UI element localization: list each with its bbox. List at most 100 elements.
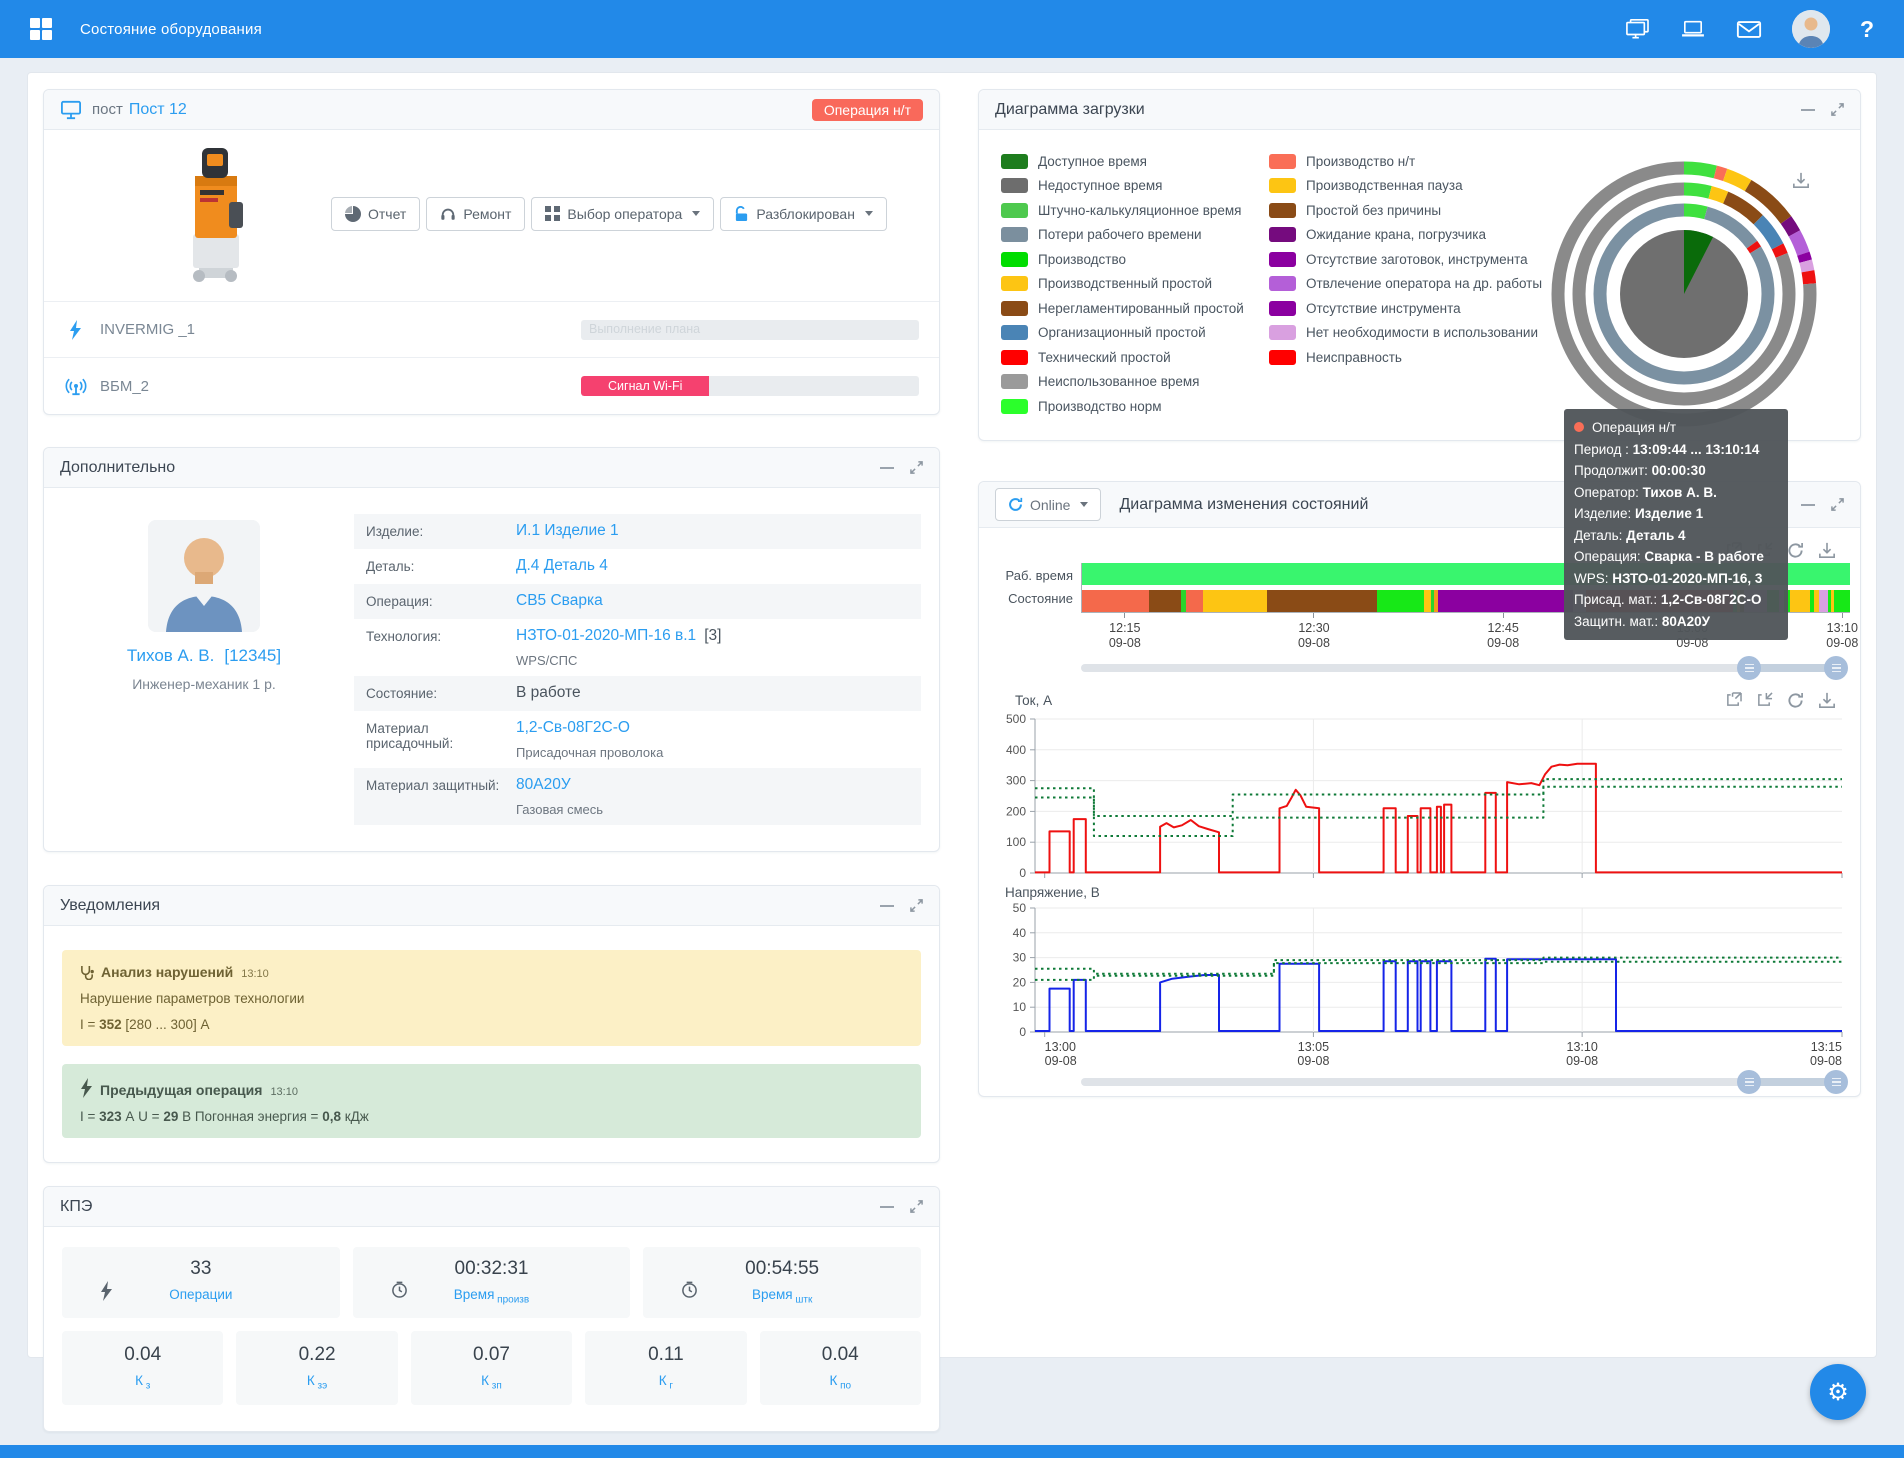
legend-item[interactable]: Нет необходимости в использовании	[1269, 324, 1569, 342]
detail-value[interactable]: И.1 Изделие 1	[516, 522, 619, 539]
legend-label: Производственный простой	[1038, 276, 1212, 291]
legend-item[interactable]: Потери рабочего времени	[1001, 226, 1259, 244]
post-button[interactable]: Отчет	[331, 197, 420, 231]
device-row: INVERMIG _1 Выполнение плана	[44, 302, 939, 358]
kpi-value: 00:54:55	[649, 1258, 915, 1280]
legend-item[interactable]: Простой без причины	[1269, 201, 1569, 219]
slider-handle[interactable]	[1824, 1070, 1848, 1094]
user-avatar[interactable]	[1792, 10, 1830, 48]
legend-item[interactable]: Организационный простой	[1001, 324, 1259, 342]
mail-icon[interactable]	[1736, 16, 1762, 42]
download-icon[interactable]	[1792, 172, 1810, 189]
help-icon[interactable]: ?	[1860, 16, 1874, 43]
current-chart[interactable]: 0100200300400500	[989, 711, 1850, 883]
kpi-value: 0.04	[68, 1344, 217, 1366]
detail-label: Технология:	[366, 627, 516, 644]
post-label: пост	[92, 101, 123, 118]
legend-item[interactable]: Отсутствие заготовок, инструмента	[1269, 250, 1569, 268]
collapse-icon[interactable]	[1801, 504, 1815, 506]
kpi-tile: 33 Операции	[62, 1247, 340, 1318]
progress-fill: Сигнал Wi-Fi	[581, 376, 709, 396]
download-icon[interactable]	[1818, 542, 1836, 559]
voltage-axis-label: Напряжение, В	[989, 883, 1850, 900]
detail-value[interactable]: Д.4 Деталь 4	[516, 557, 608, 574]
detail-value: В работе	[516, 684, 581, 701]
expand-icon[interactable]	[910, 899, 923, 912]
zoom-in-icon[interactable]	[1725, 692, 1742, 709]
legend-label: Неиспользованное время	[1038, 374, 1200, 389]
legend-item[interactable]: Недоступное время	[1001, 177, 1259, 195]
online-dropdown[interactable]: Online	[995, 488, 1101, 521]
detail-value[interactable]: 1,2-Св-08Г2С-О	[516, 719, 630, 736]
detail-value[interactable]: СВ5 Сварка	[516, 592, 603, 609]
collapse-icon[interactable]	[880, 467, 894, 469]
refresh-icon[interactable]	[1787, 692, 1804, 709]
legend-label: Доступное время	[1038, 154, 1147, 169]
load-donut-chart[interactable]	[1548, 158, 1820, 430]
range-slider[interactable]	[1081, 664, 1836, 672]
legend-item[interactable]: Отвлечение оператора на др. работы	[1269, 275, 1569, 293]
post-name-link[interactable]: Пост 12	[129, 101, 187, 119]
legend-swatch	[1269, 276, 1296, 291]
legend-item[interactable]: Отсутствие инструмента	[1269, 299, 1569, 317]
legend-label: Штучно-калькуляционное время	[1038, 203, 1242, 218]
kpi-tile: 0.22 К зэ	[236, 1331, 397, 1406]
legend-label: Простой без причины	[1306, 203, 1441, 218]
legend-item[interactable]: Технический простой	[1001, 348, 1259, 366]
legend-item[interactable]: Производство н/т	[1269, 152, 1569, 170]
legend-label: Нерегламентированный простой	[1038, 301, 1244, 316]
device-name[interactable]: ВБМ_2	[100, 378, 149, 395]
operator-name[interactable]: Тихов А. В.[12345]	[54, 646, 354, 666]
device-name[interactable]: INVERMIG _1	[100, 321, 195, 338]
range-slider[interactable]	[1081, 1078, 1836, 1086]
slider-handle[interactable]	[1737, 656, 1761, 680]
download-icon[interactable]	[1818, 692, 1836, 709]
legend-item[interactable]: Нерегламентированный простой	[1001, 299, 1259, 317]
legend-swatch	[1001, 252, 1028, 267]
expand-icon[interactable]	[910, 461, 923, 474]
apps-menu-icon[interactable]	[30, 18, 52, 40]
legend-item[interactable]: Неисправность	[1269, 348, 1569, 366]
slider-handle[interactable]	[1737, 1070, 1761, 1094]
detail-value[interactable]: НЗТО-01-2020-МП-16 в.1	[516, 627, 696, 644]
detail-label: Операция:	[366, 592, 516, 609]
expand-icon[interactable]	[910, 1200, 923, 1213]
legend-item[interactable]: Ожидание крана, погрузчика	[1269, 226, 1569, 244]
legend-item[interactable]: Штучно-калькуляционное время	[1001, 201, 1259, 219]
legend-item[interactable]: Производственная пауза	[1269, 177, 1569, 195]
legend-label: Организационный простой	[1038, 325, 1206, 340]
svg-text:200: 200	[1006, 804, 1026, 818]
post-button[interactable]: Ремонт	[426, 197, 525, 231]
states-diagram-title: Диаграмма изменения состояний	[1119, 496, 1368, 514]
kpi-label: К по	[766, 1373, 915, 1392]
legend-item[interactable]: Доступное время	[1001, 152, 1259, 170]
legend-swatch	[1269, 301, 1296, 316]
legend-item[interactable]: Производство норм	[1001, 397, 1259, 415]
legend-swatch	[1001, 203, 1028, 218]
post-button[interactable]: Выбор оператора	[531, 197, 714, 231]
collapse-icon[interactable]	[1801, 109, 1815, 111]
expand-icon[interactable]	[1831, 498, 1844, 511]
voltage-chart[interactable]: 0102030405013:0009-0813:0509-0813:1009-0…	[989, 900, 1850, 1068]
post-button[interactable]: Разблокирован	[720, 197, 887, 231]
slider-handle[interactable]	[1824, 656, 1848, 680]
unlock-icon	[734, 206, 749, 222]
displays-icon[interactable]	[1624, 16, 1650, 42]
laptop-icon[interactable]	[1680, 16, 1706, 42]
collapse-icon[interactable]	[880, 1206, 894, 1208]
collapse-icon[interactable]	[880, 905, 894, 907]
timeline-row-label: Состояние	[989, 588, 1073, 610]
legend-item[interactable]: Производственный простой	[1001, 275, 1259, 293]
legend-swatch	[1001, 325, 1028, 340]
refresh-icon[interactable]	[1787, 542, 1804, 559]
zoom-out-icon[interactable]	[1756, 692, 1773, 709]
detail-row: Материал защитный:80А20УГазовая смесь	[354, 768, 921, 825]
state-segment	[1267, 590, 1377, 612]
legend-item[interactable]: Неиспользованное время	[1001, 373, 1259, 391]
state-segment	[1082, 590, 1149, 612]
expand-icon[interactable]	[1831, 103, 1844, 116]
status-badge: Операция н/т	[812, 99, 923, 121]
detail-value[interactable]: 80А20У	[516, 776, 571, 793]
settings-fab[interactable]: ⚙	[1810, 1364, 1866, 1420]
legend-item[interactable]: Производство	[1001, 250, 1259, 268]
